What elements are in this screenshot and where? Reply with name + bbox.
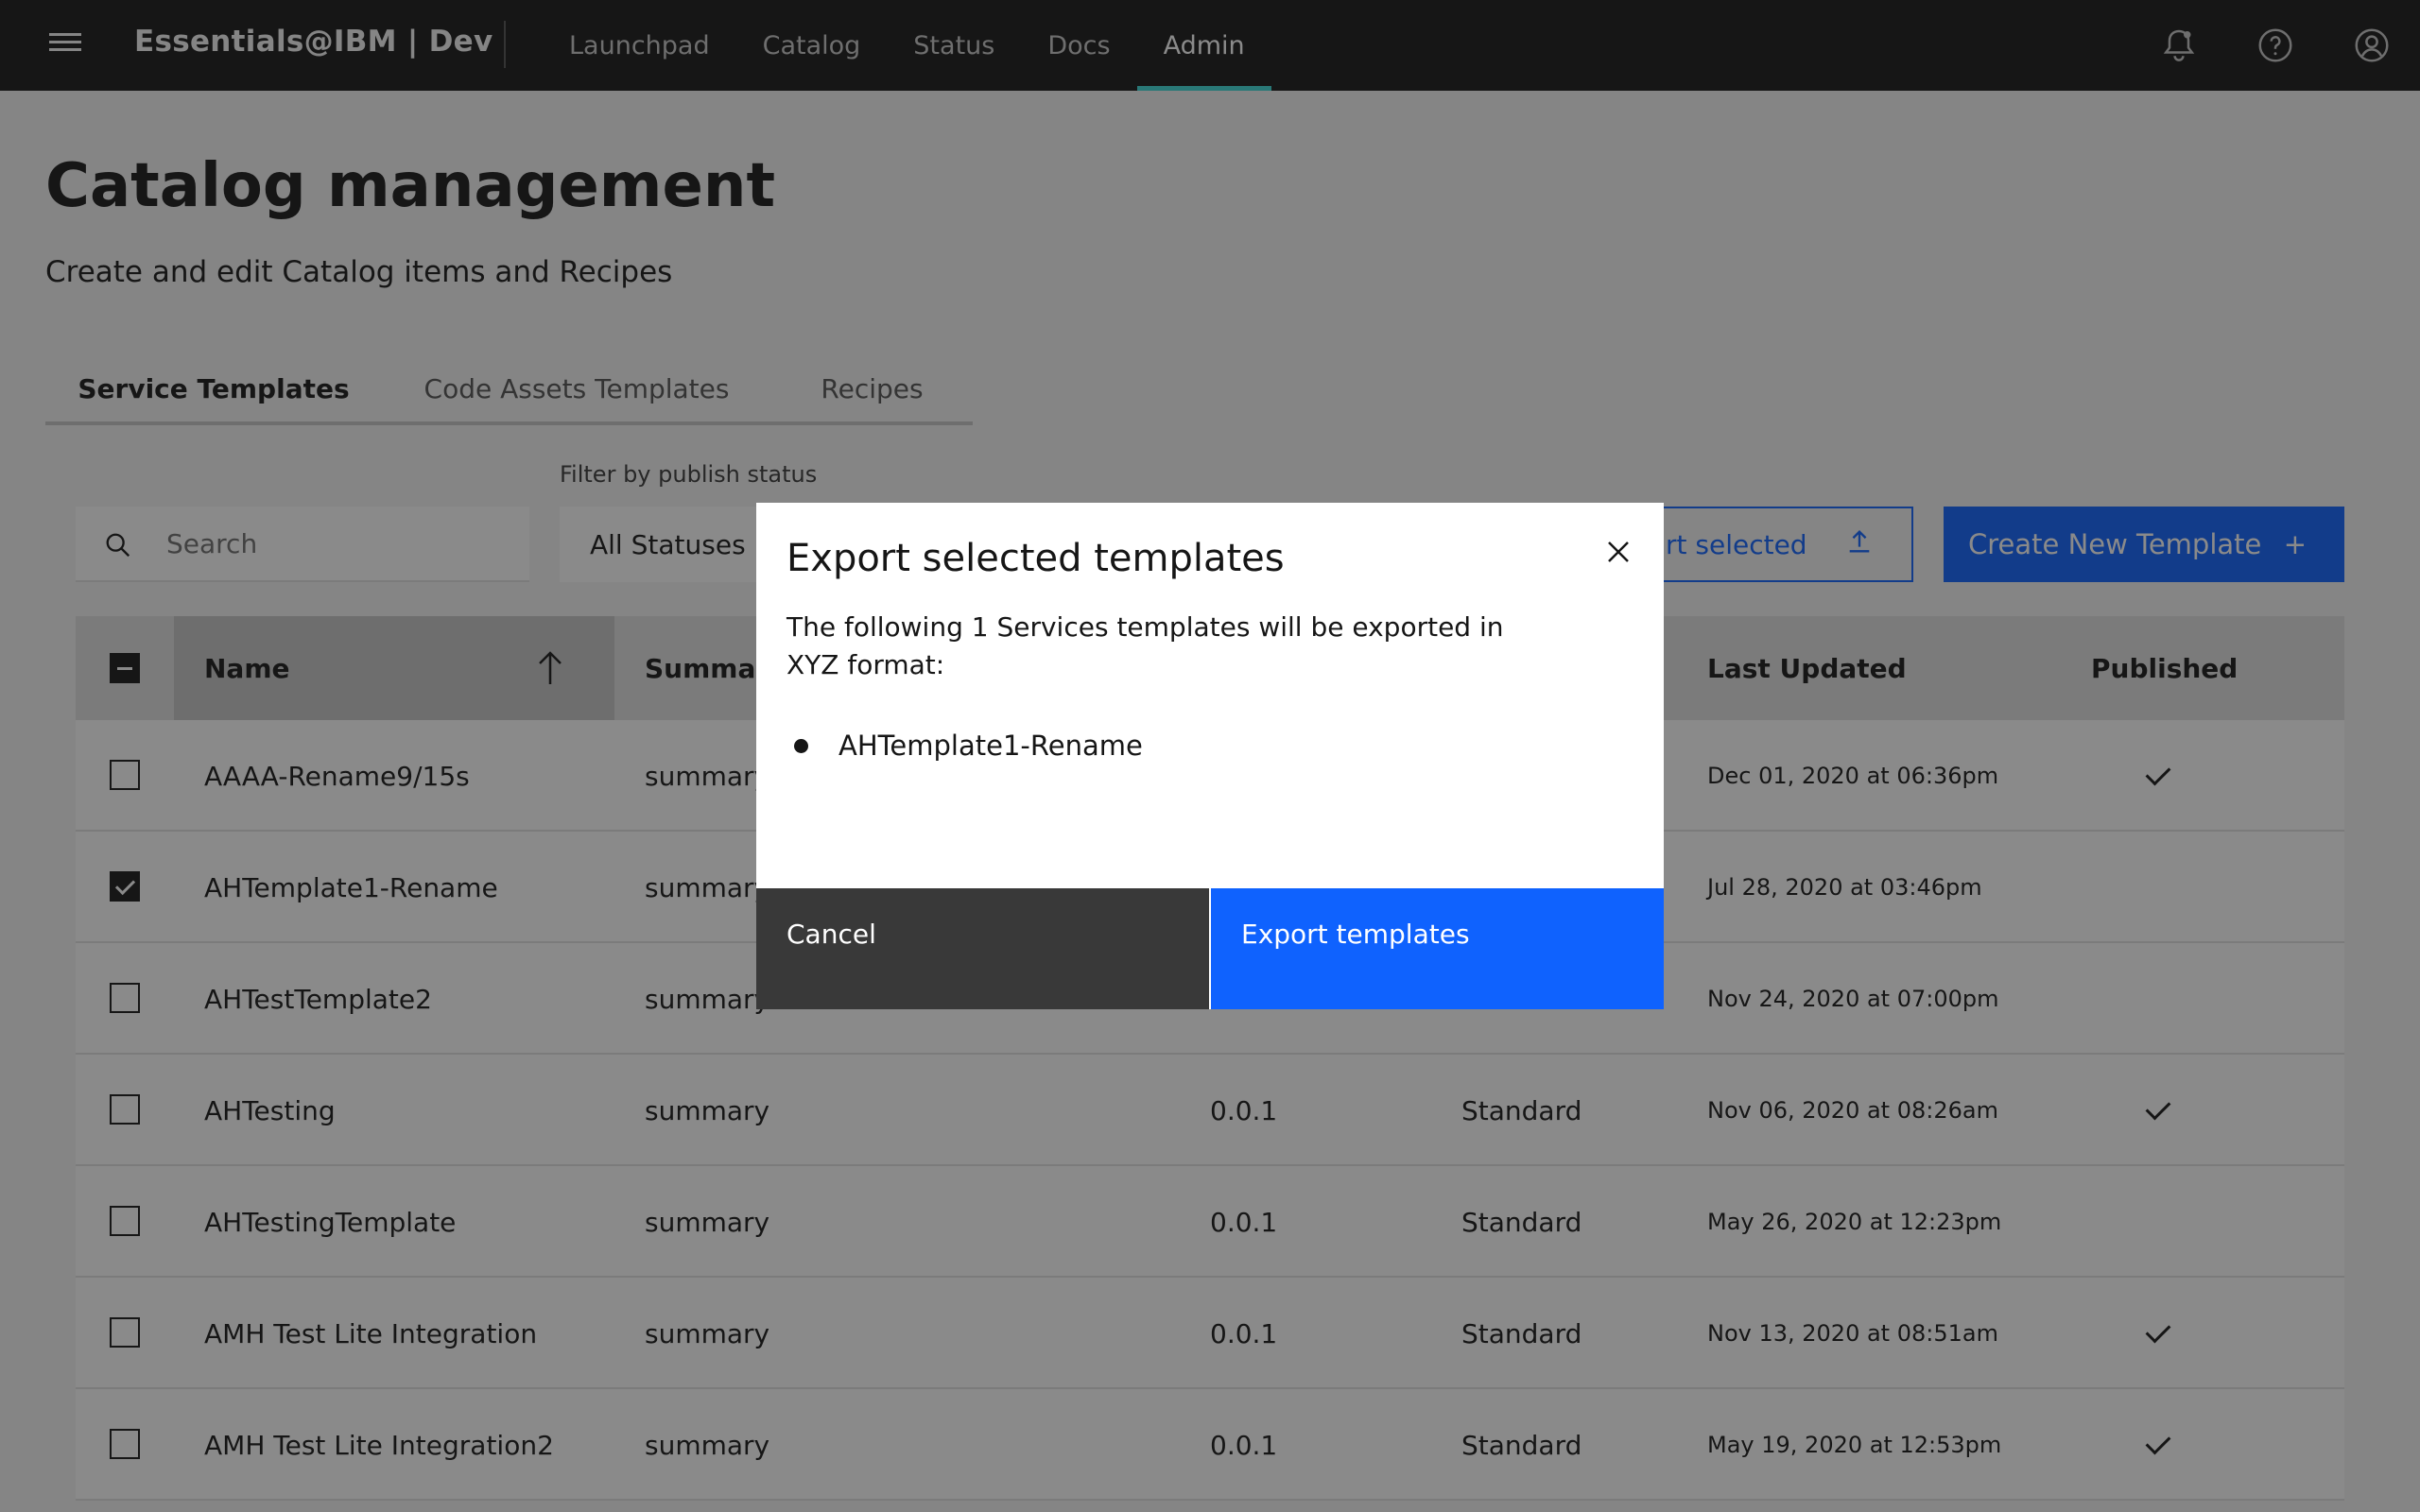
modal-body-text: The following 1 Services templates will … xyxy=(786,611,1504,680)
export-list: AHTemplate1-Rename xyxy=(794,730,1143,762)
close-icon[interactable] xyxy=(1596,529,1641,575)
export-templates-button[interactable]: Export templates xyxy=(1211,888,1664,1009)
modal-footer: Cancel Export templates xyxy=(756,888,1664,1009)
export-modal: Export selected templates The following … xyxy=(756,503,1664,1009)
modal-title: Export selected templates xyxy=(786,537,1285,580)
cancel-button[interactable]: Cancel xyxy=(756,888,1211,1009)
export-list-item: AHTemplate1-Rename xyxy=(794,730,1143,762)
export-item-name: AHTemplate1-Rename xyxy=(838,730,1143,762)
bullet-icon xyxy=(794,738,808,753)
